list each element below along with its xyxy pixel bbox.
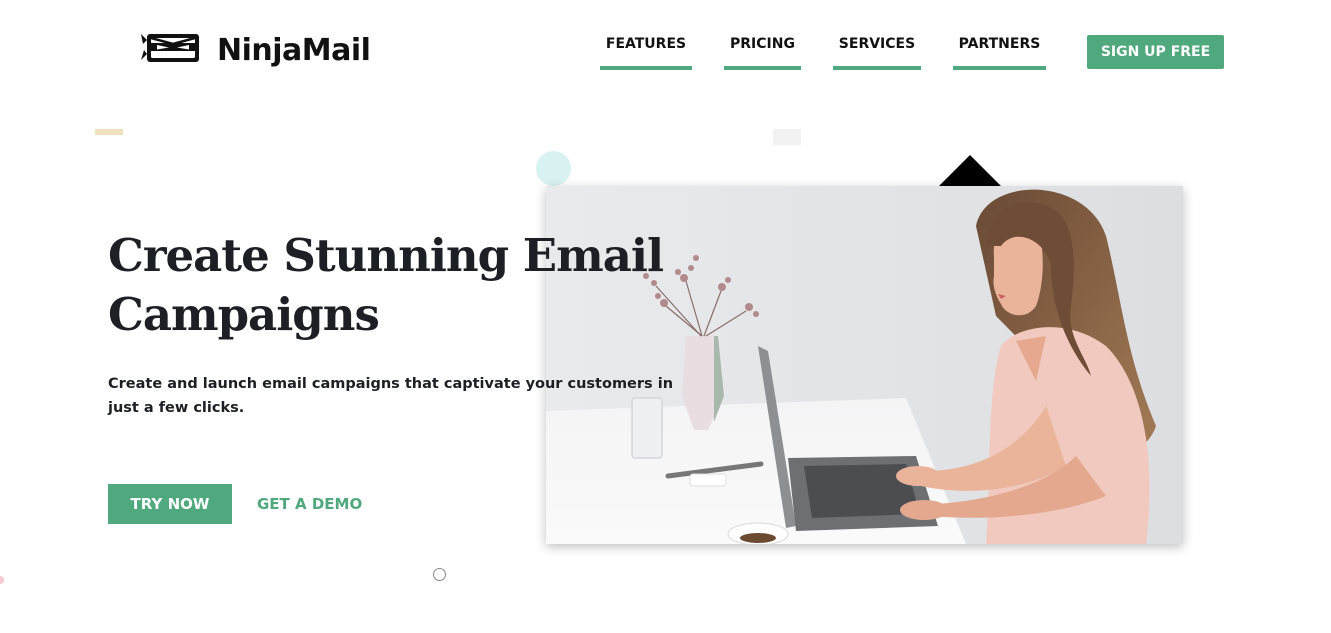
ninja-envelope-icon (141, 30, 203, 70)
decorative-circle (536, 151, 571, 186)
decorative-pink-shape (0, 576, 4, 584)
signup-button[interactable]: SIGN UP FREE (1087, 35, 1224, 69)
brand-name: NinjaMail (217, 32, 371, 68)
nav-item-services[interactable]: SERVICES (833, 36, 921, 70)
nav-item-pricing[interactable]: PRICING (724, 36, 801, 70)
decorative-square (773, 129, 801, 145)
hero-title: Create Stunning Email Campaigns (108, 229, 664, 341)
decorative-dash (95, 129, 123, 135)
nav-item-features[interactable]: FEATURES (600, 36, 692, 70)
decorative-ring (433, 568, 446, 581)
try-now-button[interactable]: TRY NOW (108, 484, 232, 524)
nav-item-partners[interactable]: PARTNERS (953, 36, 1046, 70)
get-demo-link[interactable]: GET A DEMO (257, 484, 362, 524)
decorative-triangle (939, 155, 1001, 186)
hero-subtitle: Create and launch email campaigns that c… (108, 376, 674, 416)
brand-logo[interactable]: NinjaMail (141, 30, 371, 70)
